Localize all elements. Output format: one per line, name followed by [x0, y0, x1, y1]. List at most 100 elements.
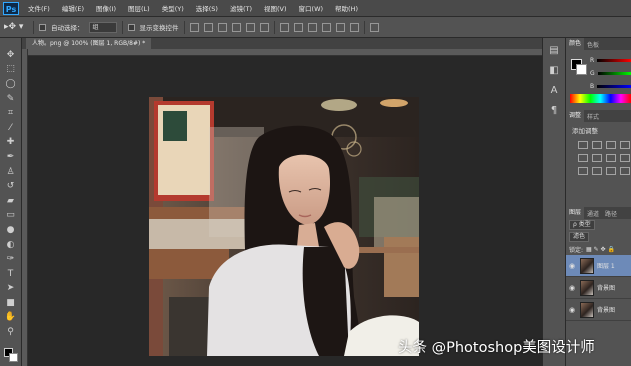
blur-tool-icon[interactable]: ●	[3, 223, 19, 238]
photoshop-logo: Ps	[0, 0, 22, 17]
lock-icons[interactable]: ▦ ✎ ✥ 🔒	[586, 246, 615, 253]
history-panel-icon[interactable]: ▤	[547, 44, 561, 58]
clone-stamp-tool-icon[interactable]: ♙	[3, 165, 19, 180]
eyedropper-tool-icon[interactable]: ⁄	[3, 121, 19, 136]
properties-panel-icon[interactable]: ◧	[547, 64, 561, 78]
levels-icon[interactable]	[592, 141, 602, 149]
brush-tool-icon[interactable]: ✒	[3, 150, 19, 165]
distribute-top-icon[interactable]	[279, 22, 289, 32]
align-left-icon[interactable]	[231, 22, 241, 32]
layer-kind-filter[interactable]: ρ 类型	[569, 220, 595, 230]
menu-image[interactable]: 图像(I)	[90, 3, 122, 13]
layer-name: 背景图	[597, 285, 616, 292]
menu-select[interactable]: 选择(S)	[190, 3, 224, 13]
document-tab[interactable]: 人物。png @ 100% (图层 1, RGB/8#) *	[26, 38, 152, 49]
quick-select-tool-icon[interactable]: ✎	[3, 92, 19, 107]
visibility-eye-icon[interactable]: ◉	[566, 284, 578, 292]
paragraph-panel-icon[interactable]: ¶	[547, 104, 561, 118]
layer-row[interactable]: ◉ 图层 1	[566, 255, 631, 277]
hue-saturation-icon[interactable]	[592, 154, 602, 162]
healing-brush-tool-icon[interactable]: ✚	[3, 136, 19, 151]
menu-view[interactable]: 视图(V)	[258, 3, 293, 13]
align-vcenter-icon[interactable]	[203, 22, 213, 32]
blend-mode-dropdown[interactable]: 滤色	[569, 232, 590, 242]
distribute-hcenter-icon[interactable]	[335, 22, 345, 32]
show-transform-checkbox[interactable]	[127, 23, 135, 31]
invert-icon[interactable]	[578, 167, 588, 175]
zoom-tool-icon[interactable]: ⚲	[3, 325, 19, 340]
red-slider-row: R	[590, 56, 631, 64]
move-tool-preset-icon[interactable]: ▸✥ ▾	[4, 20, 28, 34]
black-white-icon[interactable]	[620, 154, 630, 162]
gradient-map-icon[interactable]	[620, 167, 630, 175]
marquee-tool-icon[interactable]: ⬚	[3, 63, 19, 78]
color-balance-icon[interactable]	[606, 154, 616, 162]
eraser-tool-icon[interactable]: ▰	[3, 194, 19, 209]
move-tool-icon[interactable]: ✥	[3, 48, 19, 63]
menu-type[interactable]: 类型(Y)	[156, 3, 190, 13]
tab-channels[interactable]: 通道	[584, 209, 602, 218]
posterize-icon[interactable]	[592, 167, 602, 175]
vibrance-icon[interactable]	[578, 154, 588, 162]
tab-layers[interactable]: 图层	[566, 207, 585, 219]
auto-select-dropdown[interactable]: 组	[88, 21, 117, 33]
tab-styles[interactable]: 样式	[584, 112, 602, 121]
menu-window[interactable]: 窗口(W)	[293, 3, 330, 13]
layer-row[interactable]: ◉ 背景图	[566, 277, 631, 299]
menu-file[interactable]: 文件(F)	[22, 3, 56, 13]
canvas-photo[interactable]	[149, 97, 419, 356]
layer-thumbnail	[580, 301, 594, 318]
menu-edit[interactable]: 编辑(E)	[56, 3, 90, 13]
threshold-icon[interactable]	[606, 167, 616, 175]
color-panel-tabs: 颜色 色板	[566, 38, 631, 50]
align-right-icon[interactable]	[259, 22, 269, 32]
pen-tool-icon[interactable]: ✑	[3, 252, 19, 267]
distribute-right-icon[interactable]	[349, 22, 359, 32]
layer-row[interactable]: ◉ 背景图	[566, 299, 631, 321]
history-brush-tool-icon[interactable]: ↺	[3, 179, 19, 194]
green-slider[interactable]	[597, 71, 631, 75]
auto-select-label: 自动选择：	[51, 24, 84, 32]
layer-name: 图层 1	[597, 263, 615, 270]
horizontal-ruler	[28, 49, 542, 56]
dodge-tool-icon[interactable]: ◐	[3, 238, 19, 253]
background-color-swatch[interactable]	[9, 353, 18, 362]
add-adjustment-label: 添加调整	[572, 127, 598, 135]
character-panel-icon[interactable]: A	[547, 84, 561, 98]
align-top-icon[interactable]	[189, 22, 199, 32]
align-bottom-icon[interactable]	[217, 22, 227, 32]
shape-tool-icon[interactable]: ■	[3, 296, 19, 311]
auto-align-icon[interactable]	[369, 22, 379, 32]
curves-icon[interactable]	[606, 141, 616, 149]
auto-select-checkbox[interactable]	[39, 23, 46, 31]
menu-filter[interactable]: 滤镜(T)	[224, 3, 258, 13]
photo-illustration	[149, 97, 419, 356]
crop-tool-icon[interactable]: ⌗	[3, 106, 19, 121]
tab-adjustments[interactable]: 调整	[566, 110, 585, 122]
blue-slider[interactable]	[597, 84, 631, 88]
hand-tool-icon[interactable]: ✋	[3, 311, 19, 326]
tab-color[interactable]: 颜色	[566, 38, 585, 50]
exposure-icon[interactable]	[620, 141, 630, 149]
align-hcenter-icon[interactable]	[245, 22, 255, 32]
menu-help[interactable]: 帮助(H)	[329, 3, 364, 13]
lasso-tool-icon[interactable]: ◯	[3, 77, 19, 92]
tab-swatches[interactable]: 色板	[584, 40, 602, 49]
brightness-icon[interactable]	[578, 141, 588, 149]
visibility-eye-icon[interactable]: ◉	[566, 306, 578, 314]
color-spectrum[interactable]	[570, 94, 631, 103]
visibility-eye-icon[interactable]: ◉	[566, 262, 578, 270]
adjustments-panel-tabs: 调整 样式	[566, 110, 631, 122]
panel-background-swatch[interactable]	[576, 64, 587, 75]
tab-paths[interactable]: 路径	[602, 209, 620, 218]
distribute-bottom-icon[interactable]	[307, 22, 317, 32]
menu-layer[interactable]: 图层(L)	[122, 3, 156, 13]
options-bar: ▸✥ ▾ 自动选择： 组 显示变换控件	[0, 17, 631, 38]
path-select-tool-icon[interactable]: ➤	[3, 282, 19, 297]
green-slider-row: G	[590, 69, 631, 77]
distribute-vcenter-icon[interactable]	[293, 22, 303, 32]
distribute-left-icon[interactable]	[321, 22, 331, 32]
type-tool-icon[interactable]: T	[3, 267, 19, 282]
gradient-tool-icon[interactable]: ▭	[3, 209, 19, 224]
red-slider[interactable]	[597, 58, 631, 62]
